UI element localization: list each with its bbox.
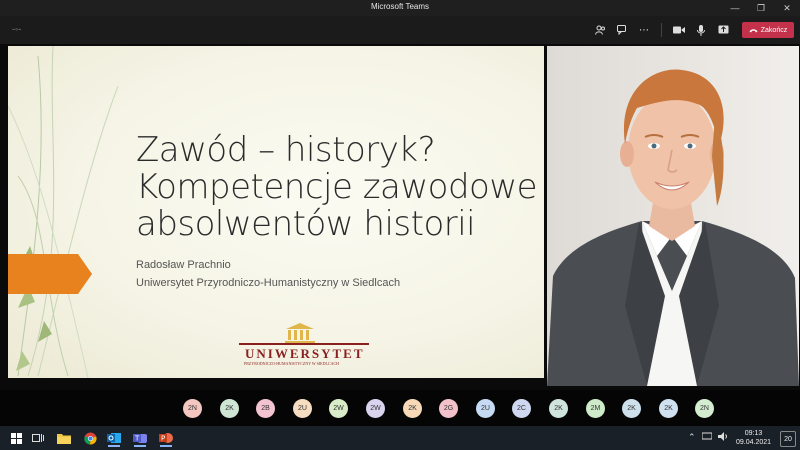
phone-hangup-icon <box>749 28 758 32</box>
participant-avatar[interactable]: 2K <box>659 399 678 418</box>
notifications-icon[interactable]: 20 <box>780 431 796 447</box>
university-logo: UNIWERSYTET PRZYRODNICZO-HUMANISTYCZNY W… <box>239 322 369 366</box>
logo-subtitle: PRZYRODNICZO-HUMANISTYCZNY W SIEDLCACH <box>244 361 340 366</box>
logo-wordmark: UNIWERSYTET <box>245 346 365 361</box>
pin-icon[interactable]: -◦- <box>12 24 21 34</box>
teams-icon[interactable]: T <box>130 429 150 447</box>
chrome-icon[interactable] <box>80 429 100 447</box>
windows-taskbar: T P ⌃ 09:13 09.04.2021 20 <box>0 426 800 450</box>
participant-avatar[interactable]: 2K <box>549 399 568 418</box>
chat-icon[interactable] <box>611 20 633 40</box>
participant-avatar[interactable]: 2B <box>256 399 275 418</box>
participant-avatar[interactable]: 2N <box>183 399 202 418</box>
camera-icon[interactable] <box>668 20 690 40</box>
presenter-video <box>547 46 799 386</box>
participants-icon[interactable] <box>589 20 611 40</box>
slide-title-line-1: Zawód – historyk? <box>136 130 436 170</box>
system-tray: ⌃ <box>688 432 728 443</box>
participant-avatar[interactable]: 2W <box>329 399 348 418</box>
volume-icon[interactable] <box>717 432 728 443</box>
participants-tray <box>0 390 800 426</box>
microphone-icon[interactable] <box>690 20 712 40</box>
participant-avatar[interactable]: 2N <box>695 399 714 418</box>
minimize-icon[interactable]: — <box>722 0 748 16</box>
svg-text:P: P <box>161 435 165 443</box>
participant-avatar[interactable]: 2C <box>512 399 531 418</box>
presenter-figure <box>547 46 799 386</box>
participant-avatar[interactable]: 2U <box>293 399 312 418</box>
slide-title: Zawód – historyk? Kompetencje zawodowe a… <box>136 130 538 244</box>
task-view-icon[interactable] <box>28 429 48 447</box>
window-controls: — ❐ ✕ <box>722 0 800 16</box>
participant-avatar[interactable]: 2W <box>366 399 385 418</box>
participant-avatar[interactable]: 2M <box>586 399 605 418</box>
logo-rule <box>239 343 369 345</box>
shared-presentation-slide: Zawód – historyk? Kompetencje zawodowe a… <box>8 46 544 378</box>
slide-university: Uniwersytet Przyrodniczo-Humanistyczny w… <box>136 277 401 289</box>
meeting-toolbar: -◦- ⋯ Zakończ <box>0 16 800 44</box>
participant-avatar[interactable]: 2U <box>476 399 495 418</box>
participant-avatar[interactable]: 2K <box>403 399 422 418</box>
close-icon[interactable]: ✕ <box>774 0 800 16</box>
slide-title-line-3: absolwentów historii <box>136 204 476 244</box>
meeting-controls: ⋯ Zakończ <box>589 20 794 40</box>
more-options-icon[interactable]: ⋯ <box>633 20 655 40</box>
title-bar: Microsoft Teams — ❐ ✕ <box>0 0 800 16</box>
logo-building-icon <box>285 323 315 343</box>
slide-title-line-2: Kompetencje zawodowe <box>136 167 538 207</box>
svg-text:T: T <box>134 435 140 443</box>
leave-label: Zakończ <box>760 26 788 34</box>
share-screen-icon[interactable] <box>712 20 734 40</box>
participant-avatar[interactable]: 2K <box>622 399 641 418</box>
network-icon[interactable] <box>701 432 713 443</box>
slide-author: Radosław Prachnio <box>136 259 231 271</box>
clock-time: 09:13 <box>744 430 763 437</box>
powerpoint-icon[interactable]: P <box>156 429 176 447</box>
participant-avatar[interactable]: 2K <box>220 399 239 418</box>
leave-button[interactable]: Zakończ <box>742 22 794 38</box>
restore-icon[interactable]: ❐ <box>748 0 774 16</box>
windows-start-icon[interactable] <box>6 429 26 447</box>
toolbar-divider <box>661 23 662 37</box>
notification-count: 20 <box>784 435 792 443</box>
taskbar-clock[interactable]: 09:13 09.04.2021 <box>736 429 771 447</box>
participant-avatar[interactable]: 2G <box>439 399 458 418</box>
show-hidden-icons-icon[interactable]: ⌃ <box>688 432 696 443</box>
outlook-icon[interactable] <box>104 429 124 447</box>
file-explorer-icon[interactable] <box>54 429 74 447</box>
window-title: Microsoft Teams <box>370 2 430 11</box>
clock-date: 09.04.2021 <box>736 439 772 446</box>
